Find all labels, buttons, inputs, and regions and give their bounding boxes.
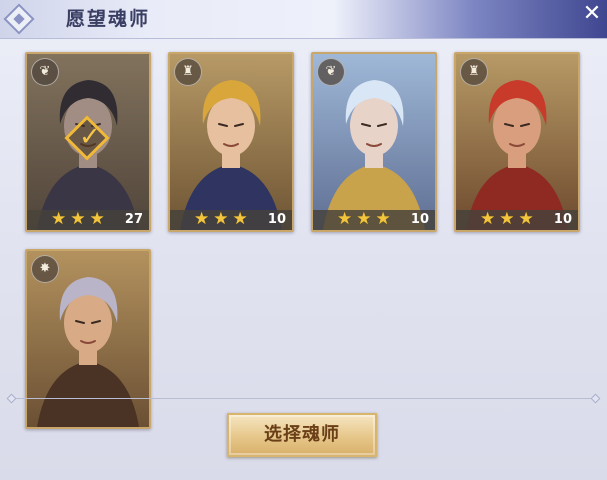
card-footer: ★★★ 10 [313,210,435,230]
checkmark-icon: ✓ [79,122,101,152]
select-soul-master-button[interactable]: 选择魂师 [227,413,377,457]
wing-icon: ❦ [31,58,59,86]
level-label: 10 [410,212,429,227]
panel-header: 愿望魂师 ✕ [0,0,607,39]
soul-master-card[interactable]: ✸ [25,249,151,429]
close-button[interactable]: ✕ [577,0,607,30]
soul-master-card[interactable]: ♜ ★★★ 10 [454,52,580,232]
flame-icon: ✸ [31,255,59,283]
card-footer: ★★★ 27 [27,210,149,230]
panel-title: 愿望魂师 [66,8,151,30]
bow-icon: ♜ [460,58,488,86]
wing-icon: ❦ [317,58,345,86]
header-ornament-icon [3,3,35,35]
divider-end-icon [590,393,601,404]
star-rating: ★★★ [480,209,538,229]
star-rating: ★★★ [51,209,109,229]
bow-icon: ♜ [174,58,202,86]
star-rating: ★★★ [194,209,252,229]
soul-master-card[interactable]: ✓ ❦ ★★★ 27 [25,52,151,232]
card-footer: ★★★ 10 [456,210,578,230]
soul-master-card[interactable]: ♜ ★★★ 10 [168,52,294,232]
card-footer: ★★★ 10 [170,210,292,230]
divider-end-icon [6,393,17,404]
star-rating: ★★★ [337,209,395,229]
level-label: 10 [553,212,572,227]
wish-soul-master-panel: 愿望魂师 ✕ ✓ ❦ ★★★ 27 ♜ ★★★ 10 ❦ ★★★ 10 ♜ ★★★ 10 ✸ 选择魂师 [0,0,607,480]
level-label: 10 [267,212,286,227]
divider-line [12,398,595,399]
level-label: 27 [124,212,143,227]
soul-master-card[interactable]: ❦ ★★★ 10 [311,52,437,232]
